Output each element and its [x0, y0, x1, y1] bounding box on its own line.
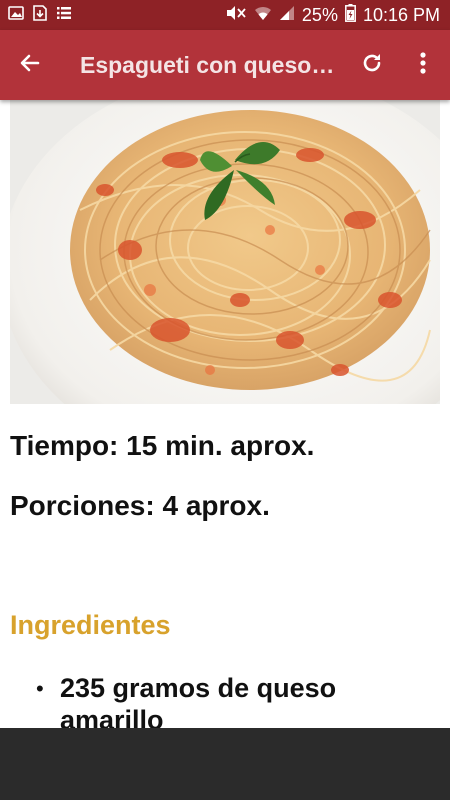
- ingredients-heading: Ingredientes: [10, 610, 171, 640]
- ingredients-list: • 235 gramos de queso amarillo: [36, 672, 436, 728]
- refresh-icon: [360, 51, 384, 80]
- recipe-content[interactable]: Tiempo: 15 min. aprox. Porciones: 4 apro…: [0, 100, 450, 728]
- list-item: • 235 gramos de queso amarillo: [36, 672, 436, 728]
- notification-icons: [8, 4, 72, 26]
- back-button[interactable]: [2, 37, 58, 93]
- overflow-menu-button[interactable]: [398, 37, 448, 93]
- bullet-icon: •: [36, 676, 44, 701]
- spaghetti-illustration: [10, 100, 440, 404]
- arrow-left-icon: [18, 51, 42, 80]
- mute-icon: [225, 5, 247, 26]
- clock: 10:16 PM: [362, 4, 440, 25]
- status-bar: 25% 10:16 PM: [0, 0, 450, 30]
- ingredient-text: 235 gramos de queso amarillo: [60, 673, 337, 728]
- image-notification-icon: [8, 5, 24, 25]
- battery-icon: [345, 3, 356, 27]
- page-title: Espagueti con queso amarillo: [80, 51, 346, 78]
- app-bar: Espagueti con queso amarillo: [0, 30, 450, 100]
- download-notification-icon: [32, 4, 48, 26]
- battery-percentage: 25%: [301, 4, 338, 25]
- wifi-icon: [254, 5, 272, 26]
- more-vert-icon: [419, 51, 427, 80]
- recipe-image: [10, 100, 440, 404]
- portions: Porciones: 4 aprox.: [10, 490, 270, 521]
- prep-time: Tiempo: 15 min. aprox.: [10, 430, 315, 461]
- list-notification-icon: [56, 6, 72, 25]
- system-navigation-bar: [0, 728, 450, 800]
- refresh-button[interactable]: [346, 37, 398, 93]
- system-icons: 25% 10:16 PM: [225, 3, 440, 27]
- signal-icon: [279, 5, 295, 26]
